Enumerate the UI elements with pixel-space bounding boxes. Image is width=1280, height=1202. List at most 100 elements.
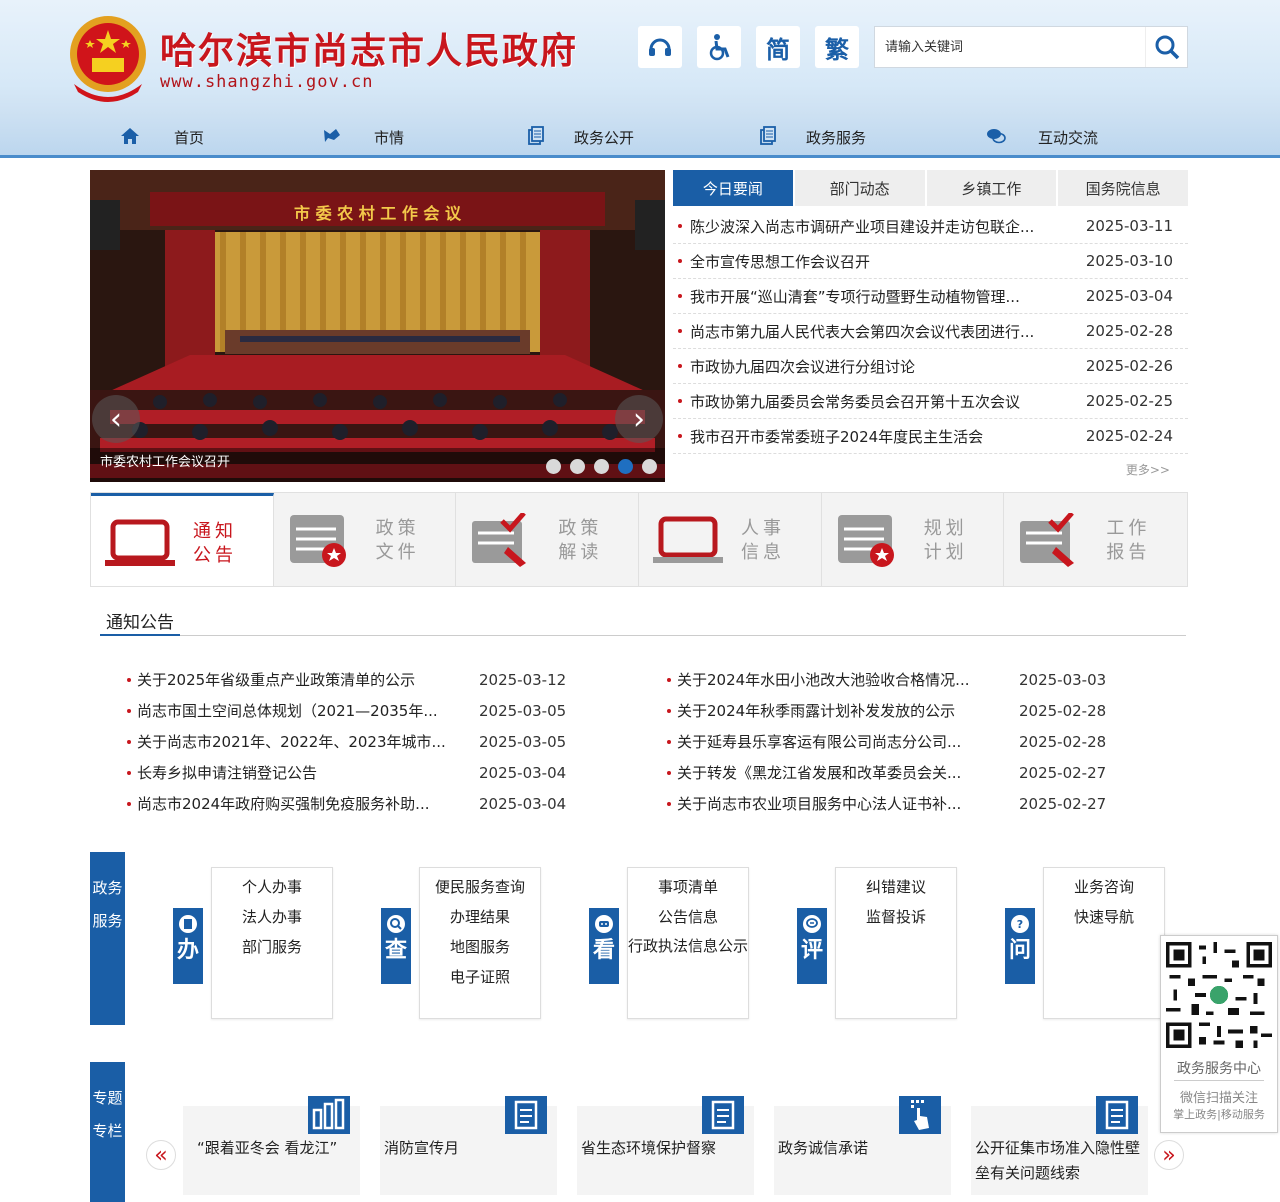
nav-item-city[interactable]: 市情: [322, 118, 404, 156]
tab-policy-files[interactable]: 政策文件: [273, 493, 457, 586]
topic-card[interactable]: 消防宣传月: [380, 1096, 557, 1195]
service-link[interactable]: 监督投诉: [836, 902, 956, 932]
tab-notices[interactable]: 通知公告: [91, 493, 274, 586]
nav-label: 市情: [374, 128, 405, 147]
service-tag[interactable]: 评: [797, 908, 827, 984]
service-tag[interactable]: ? 问: [1005, 908, 1035, 984]
tab-planning[interactable]: 规划计划: [821, 493, 1005, 586]
notice-title[interactable]: 关于2024年水田小池改大池验收合格情况...: [677, 669, 997, 690]
topic-title: 省生态环境保护督察: [581, 1139, 717, 1157]
service-tag[interactable]: 看: [589, 908, 619, 984]
topic-card[interactable]: “跟着亚冬会 看龙江”: [183, 1096, 360, 1195]
nav-item-interaction[interactable]: 互动交流: [986, 118, 1098, 156]
notice-title[interactable]: 关于2025年省级重点产业政策清单的公示: [137, 669, 457, 690]
service-tag[interactable]: 查: [381, 908, 411, 984]
news-title[interactable]: 市政协第九届委员会常务委员会召开第十五次会议: [690, 391, 1070, 412]
news-title[interactable]: 尚志市第九届人民代表大会第四次会议代表团进行...: [690, 321, 1070, 342]
slider-dot-active[interactable]: [618, 459, 633, 474]
customer-service-button[interactable]: [638, 26, 682, 68]
category-label: 政策文件: [375, 518, 420, 563]
news-item[interactable]: 全市宣传思想工作会议召开 2025-03-10: [673, 244, 1188, 279]
topic-card[interactable]: 省生态环境保护督察: [577, 1096, 754, 1195]
notice-title[interactable]: 关于延寿县乐享客运有限公司尚志分公司...: [677, 731, 997, 752]
service-link[interactable]: 公告信息: [628, 902, 748, 932]
notice-title[interactable]: 关于尚志市农业项目服务中心法人证书补...: [677, 793, 997, 814]
notice-item[interactable]: 关于尚志市2021年、2022年、2023年城市... 2025-03-05: [127, 726, 647, 757]
topics-prev-button[interactable]: «: [146, 1140, 176, 1170]
news-item[interactable]: 陈少波深入尚志市调研产业项目建设并走访包联企... 2025-03-11: [673, 209, 1188, 244]
headset-icon: [649, 38, 671, 56]
notice-item[interactable]: 关于延寿县乐享客运有限公司尚志分公司... 2025-02-28: [667, 726, 1187, 757]
nav-item-gov-services[interactable]: 政务服务: [758, 118, 866, 156]
news-title[interactable]: 陈少波深入尚志市调研产业项目建设并走访包联企...: [690, 216, 1070, 237]
simplified-chinese-button[interactable]: 简: [756, 26, 800, 68]
notice-item[interactable]: 关于2024年秋季雨露计划补发发放的公示 2025-02-28: [667, 695, 1187, 726]
topic-card[interactable]: 公开征集市场准入隐性壁垒有关问题线索: [971, 1096, 1148, 1195]
service-link[interactable]: 电子证照: [420, 962, 540, 992]
service-links: 业务咨询 快速导航: [1043, 867, 1165, 1019]
tab-township-work[interactable]: 乡镇工作: [926, 170, 1057, 206]
tab-personnel-info[interactable]: 人事信息: [639, 493, 822, 586]
notice-title[interactable]: 关于转发《黑龙江省发展和改革委员会关...: [677, 762, 997, 783]
news-item[interactable]: 市政协第九届委员会常务委员会召开第十五次会议 2025-02-25: [673, 384, 1188, 419]
tab-state-council[interactable]: 国务院信息: [1058, 170, 1189, 206]
search-input[interactable]: [875, 27, 1145, 67]
notice-title[interactable]: 长寿乡拟申请注销登记公告: [137, 762, 457, 783]
slider-dot[interactable]: [546, 459, 561, 474]
notice-date: 2025-03-04: [479, 763, 567, 782]
tab-policy-interpretation[interactable]: 政策解读: [456, 493, 640, 586]
slider-dot[interactable]: [570, 459, 585, 474]
service-link[interactable]: 纠错建议: [836, 872, 956, 902]
slider-prev-button[interactable]: ‹: [92, 395, 140, 443]
service-links: 事项清单 公告信息 行政执法信息公示: [627, 867, 749, 1019]
service-link[interactable]: 事项清单: [628, 872, 748, 902]
notice-item[interactable]: 尚志市国土空间总体规划（2021—2035年... 2025-03-05: [127, 695, 647, 726]
notice-item[interactable]: 尚志市2024年政府购买强制免疫服务补助... 2025-03-04: [127, 788, 647, 819]
topics-next-button[interactable]: »: [1154, 1140, 1184, 1170]
service-link[interactable]: 便民服务查询: [420, 872, 540, 902]
nav-item-home[interactable]: 首页: [120, 118, 204, 156]
laptop-icon: [105, 519, 175, 566]
news-title[interactable]: 全市宣传思想工作会议召开: [690, 251, 1070, 272]
tab-today-news[interactable]: 今日要闻: [673, 170, 793, 206]
nav-item-gov-affairs[interactable]: 政务公开: [526, 118, 634, 156]
news-title[interactable]: 市政协九届四次会议进行分组讨论: [690, 356, 1070, 377]
service-tag[interactable]: 办: [173, 908, 203, 984]
news-item[interactable]: 我市开展“巡山清套”专项行动暨野生动植物管理... 2025-03-04: [673, 279, 1188, 314]
news-item[interactable]: 市政协九届四次会议进行分组讨论 2025-02-26: [673, 349, 1188, 384]
notice-title[interactable]: 尚志市2024年政府购买强制免疫服务补助...: [137, 793, 457, 814]
notice-item[interactable]: 关于2025年省级重点产业政策清单的公示 2025-03-12: [127, 664, 647, 695]
service-link[interactable]: 快速导航: [1044, 902, 1164, 932]
service-group-view: 看 事项清单 公告信息 行政执法信息公示: [589, 867, 749, 1019]
notice-title[interactable]: 关于2024年秋季雨露计划补发发放的公示: [677, 700, 997, 721]
news-title[interactable]: 我市开展“巡山清套”专项行动暨野生动植物管理...: [690, 286, 1070, 307]
service-link[interactable]: 部门服务: [212, 932, 332, 962]
slider-dot[interactable]: [594, 459, 609, 474]
notice-item[interactable]: 关于转发《黑龙江省发展和改革委员会关... 2025-02-27: [667, 757, 1187, 788]
news-more-link[interactable]: 更多>>: [1126, 461, 1170, 478]
service-link[interactable]: 业务咨询: [1044, 872, 1164, 902]
service-link[interactable]: 个人办事: [212, 872, 332, 902]
notice-title[interactable]: 关于尚志市2021年、2022年、2023年城市...: [137, 731, 457, 752]
notice-item[interactable]: 长寿乡拟申请注销登记公告 2025-03-04: [127, 757, 647, 788]
tab-work-report[interactable]: 工作报告: [1004, 493, 1188, 586]
notice-title[interactable]: 尚志市国土空间总体规划（2021—2035年...: [137, 700, 457, 721]
slider-next-button[interactable]: ›: [615, 395, 663, 443]
topic-card[interactable]: 政务诚信承诺: [774, 1096, 951, 1195]
news-item[interactable]: 我市召开市委常委班子2024年度民主生活会 2025-02-24: [673, 419, 1188, 454]
news-slider[interactable]: 市 委 农 村 工 作 会 议 ‹ › 市委农村工作会议召开: [90, 170, 665, 482]
tab-department-news[interactable]: 部门动态: [794, 170, 925, 206]
slider-dot[interactable]: [642, 459, 657, 474]
news-title[interactable]: 我市召开市委常委班子2024年度民主生活会: [690, 426, 1070, 447]
notice-item[interactable]: 关于尚志市农业项目服务中心法人证书补... 2025-02-27: [667, 788, 1187, 819]
accessibility-button[interactable]: [697, 26, 741, 68]
traditional-chinese-button[interactable]: 繁: [815, 26, 859, 68]
service-group-evaluate: 评 纠错建议 监督投诉: [797, 867, 957, 1019]
notice-item[interactable]: 关于2024年水田小池改大池验收合格情况... 2025-03-03: [667, 664, 1187, 695]
service-link[interactable]: 法人办事: [212, 902, 332, 932]
service-link[interactable]: 办理结果: [420, 902, 540, 932]
news-item[interactable]: 尚志市第九届人民代表大会第四次会议代表团进行... 2025-02-28: [673, 314, 1188, 349]
service-link[interactable]: 地图服务: [420, 932, 540, 962]
service-link[interactable]: 行政执法信息公示: [628, 932, 748, 960]
search-button[interactable]: [1145, 27, 1187, 67]
